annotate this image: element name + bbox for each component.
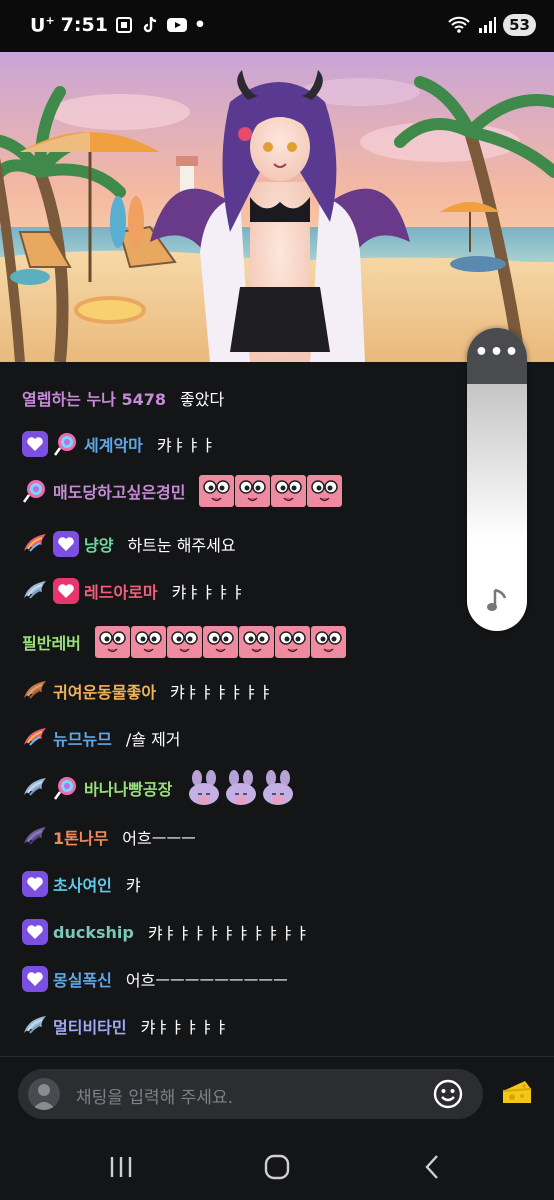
- chat-text: 어흐ㅡㅡㅡ: [122, 829, 196, 848]
- chat-message[interactable]: 멀티비타민 캬ㅑㅑㅑㅑㅑ: [22, 1008, 229, 1044]
- chat-nickname[interactable]: 매도당하고싶은경민: [53, 479, 185, 503]
- subscriber-heart-badge: [22, 431, 48, 457]
- more-options-icon: •••: [474, 340, 520, 365]
- face-emote-icon: [271, 475, 307, 507]
- chat-nickname[interactable]: 뉴므뉴므: [53, 726, 112, 750]
- face-emote-icon: [310, 626, 346, 658]
- chat-message[interactable]: 뉴므뉴므/숄 제거: [22, 720, 181, 756]
- system-navigation-bar: [0, 1132, 554, 1200]
- emote-group: [199, 475, 343, 507]
- chat-input-placeholder: 채팅을 입력해 주세요.: [76, 1088, 233, 1108]
- chat-nickname[interactable]: 냥양: [84, 532, 113, 556]
- notification-dot: •: [193, 14, 207, 37]
- chat-nickname[interactable]: duckship: [53, 923, 134, 942]
- chat-text: 캬ㅑㅑㅑㅑ: [171, 583, 246, 602]
- chat-text: 캬ㅑㅑㅑㅑㅑ: [140, 1018, 229, 1037]
- face-emote-icon: [130, 626, 166, 658]
- face-emote-icon: [94, 626, 130, 658]
- bronze-wing-icon: [24, 681, 46, 699]
- face-emote-icon: [238, 626, 274, 658]
- stream-video-frame: [0, 52, 554, 362]
- rainbow-wing-icon: [24, 534, 46, 552]
- wifi-icon: [448, 16, 470, 33]
- purple-wing-icon: [24, 827, 46, 845]
- chat-text: 하트눈 해주세요: [127, 536, 236, 555]
- screenshot-icon: [115, 17, 132, 34]
- subscriber-heart-badge: [53, 531, 79, 557]
- chat-message[interactable]: 냥양 하트눈 해주세요: [22, 526, 236, 562]
- lollipop-icon: [53, 777, 76, 800]
- subscriber-heart-badge: [22, 966, 48, 992]
- status-bar: U+ 7:51 • 53: [0, 0, 554, 52]
- chat-message[interactable]: 몽실폭신 어흐ㅡㅡㅡㅡㅡㅡㅡㅡㅡ: [22, 961, 288, 997]
- chat-nickname[interactable]: 바나나빵공장: [84, 776, 172, 800]
- more-options-button[interactable]: •••: [467, 328, 527, 384]
- clock: 7:51: [60, 14, 108, 37]
- chat-text: 어흐ㅡㅡㅡㅡㅡㅡㅡㅡㅡ: [125, 971, 288, 990]
- chat-message[interactable]: 매도당하고싶은경민: [22, 473, 343, 509]
- chat-message[interactable]: 바나나빵공장: [22, 770, 297, 806]
- chat-message[interactable]: 1톤나무 어흐ㅡㅡㅡ: [22, 819, 196, 855]
- chat-input[interactable]: 채팅을 입력해 주세요.: [18, 1069, 483, 1119]
- stream-video-player[interactable]: [0, 52, 554, 362]
- floating-side-panel[interactable]: •••: [467, 328, 527, 631]
- signal-icon: [479, 17, 497, 33]
- chat-input-area: 채팅을 입력해 주세요.: [0, 1056, 554, 1132]
- chat-message[interactable]: 초사여인 캬: [22, 866, 141, 902]
- youtube-icon: [166, 18, 187, 33]
- music-note-icon[interactable]: [485, 586, 511, 614]
- silver-wing-icon: [24, 1016, 46, 1034]
- recent-apps-icon[interactable]: [106, 1152, 136, 1182]
- tiktok-icon: [143, 16, 156, 33]
- silver-wing-icon: [24, 581, 46, 599]
- chat-message[interactable]: 필반레버: [22, 624, 346, 660]
- face-emote-icon: [202, 626, 238, 658]
- bunny-emote-icon: [226, 770, 257, 805]
- lollipop-icon: [22, 480, 45, 503]
- chat-nickname[interactable]: 1톤나무: [53, 825, 108, 849]
- carrier-label: U+: [30, 14, 55, 37]
- bunny-emote-icon: [189, 770, 220, 805]
- battery-indicator: 53: [503, 14, 536, 36]
- chat-text: 캬ㅑㅑㅑ: [156, 436, 216, 455]
- face-emote-icon: [235, 475, 271, 507]
- chat-nickname[interactable]: 레드아로마: [84, 579, 158, 603]
- chat-nickname[interactable]: 귀여운동물좋아: [53, 679, 156, 703]
- chat-nickname[interactable]: 멀티비타민: [53, 1014, 127, 1038]
- face-emote-icon: [166, 626, 202, 658]
- chat-text: 캬: [125, 876, 141, 895]
- pink-heart-badge: [53, 578, 79, 604]
- face-emote-icon: [274, 626, 310, 658]
- chat-message[interactable]: 레드아로마 캬ㅑㅑㅑㅑ: [22, 573, 245, 609]
- chat-text: /숄 제거: [125, 730, 181, 749]
- chat-text: 좋았다: [180, 390, 225, 409]
- chat-message[interactable]: 세계악마 캬ㅑㅑㅑ: [22, 426, 216, 462]
- rainbow-wing-icon: [24, 728, 46, 746]
- chat-message[interactable]: duckship 캬ㅑㅑㅑㅑㅑㅑㅑㅑㅑㅑ: [22, 914, 310, 950]
- chat-nickname[interactable]: 초사여인: [53, 872, 112, 896]
- emoji-icon[interactable]: [432, 1078, 464, 1110]
- chat-nickname[interactable]: 세계악마: [84, 432, 143, 456]
- silver-wing-icon: [24, 778, 46, 796]
- chat-nickname[interactable]: 몽실폭신: [53, 967, 112, 991]
- chat-nickname[interactable]: 필반레버: [22, 630, 81, 654]
- bunny-emote-icon: [263, 770, 294, 805]
- chat-text: 캬ㅑㅑㅑㅑㅑㅑ: [170, 683, 274, 702]
- home-icon[interactable]: [262, 1152, 292, 1182]
- cheese-icon[interactable]: [500, 1075, 534, 1109]
- chat-text: 캬ㅑㅑㅑㅑㅑㅑㅑㅑㅑㅑ: [147, 924, 310, 943]
- user-avatar-icon[interactable]: [28, 1078, 60, 1110]
- subscriber-heart-badge: [22, 871, 48, 897]
- emote-group: [94, 626, 346, 658]
- back-icon[interactable]: [418, 1152, 448, 1182]
- chat-nickname[interactable]: 열렙하는 누나 5478: [22, 386, 166, 410]
- subscriber-heart-badge: [22, 919, 48, 945]
- face-emote-icon: [307, 475, 343, 507]
- lollipop-icon: [53, 433, 76, 456]
- chat-message[interactable]: 열렙하는 누나 5478 좋았다: [22, 380, 224, 416]
- face-emote-icon: [199, 475, 235, 507]
- chat-message[interactable]: 귀여운동물좋아 캬ㅑㅑㅑㅑㅑㅑ: [22, 673, 273, 709]
